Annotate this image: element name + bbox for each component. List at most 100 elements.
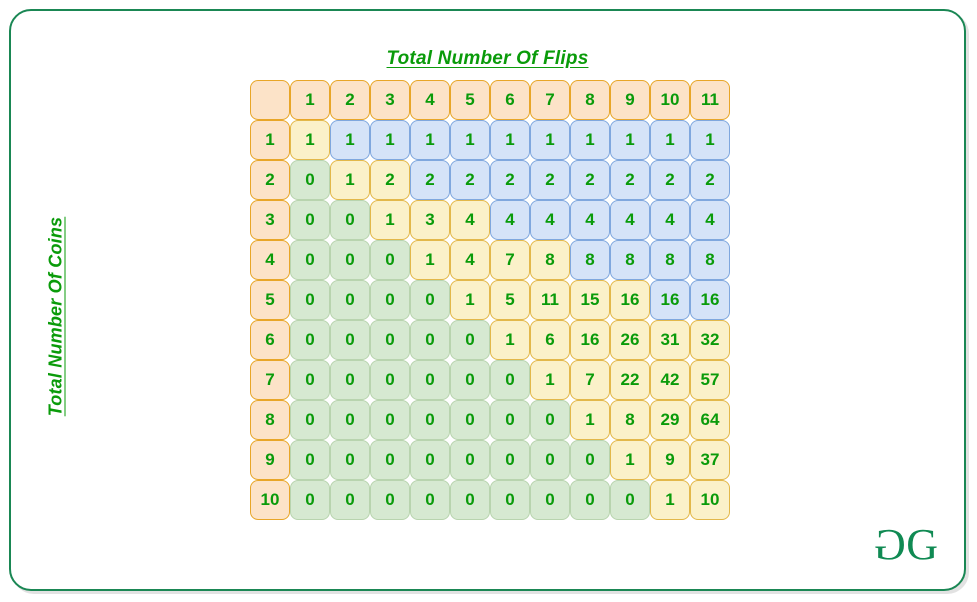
cell-r3-c7: 4	[530, 200, 570, 240]
cell-r1-c11: 1	[690, 120, 730, 160]
cell-r10-c8: 0	[570, 480, 610, 520]
column-header-9: 9	[610, 80, 650, 120]
cell-r2-c10: 2	[650, 160, 690, 200]
cell-r5-c4: 0	[410, 280, 450, 320]
cell-r1-c3: 1	[370, 120, 410, 160]
cell-r8-c3: 0	[370, 400, 410, 440]
cell-r10-c11: 10	[690, 480, 730, 520]
cell-r3-c6: 4	[490, 200, 530, 240]
cell-r3-c8: 4	[570, 200, 610, 240]
cell-r9-c9: 1	[610, 440, 650, 480]
cell-r2-c6: 2	[490, 160, 530, 200]
row-header-9: 9	[250, 440, 290, 480]
cell-r5-c10: 16	[650, 280, 690, 320]
cell-r7-c5: 0	[450, 360, 490, 400]
cell-r5-c1: 0	[290, 280, 330, 320]
cell-r1-c9: 1	[610, 120, 650, 160]
cell-r8-c8: 1	[570, 400, 610, 440]
cell-r4-c2: 0	[330, 240, 370, 280]
cell-r2-c9: 2	[610, 160, 650, 200]
cell-r2-c11: 2	[690, 160, 730, 200]
cell-r4-c9: 8	[610, 240, 650, 280]
cell-r3-c2: 0	[330, 200, 370, 240]
cell-r7-c3: 0	[370, 360, 410, 400]
cell-r2-c4: 2	[410, 160, 450, 200]
cell-r4-c8: 8	[570, 240, 610, 280]
cell-r8-c6: 0	[490, 400, 530, 440]
cell-r9-c6: 0	[490, 440, 530, 480]
cell-r9-c5: 0	[450, 440, 490, 480]
cell-r1-c2: 1	[330, 120, 370, 160]
column-header-10: 10	[650, 80, 690, 120]
logo-mirrored-g: G	[876, 520, 907, 569]
cell-r8-c1: 0	[290, 400, 330, 440]
cell-r6-c9: 26	[610, 320, 650, 360]
cell-r1-c4: 1	[410, 120, 450, 160]
cell-r4-c5: 4	[450, 240, 490, 280]
cell-r6-c5: 0	[450, 320, 490, 360]
column-header-5: 5	[450, 80, 490, 120]
cell-r6-c10: 31	[650, 320, 690, 360]
cell-r2-c7: 2	[530, 160, 570, 200]
cell-r2-c8: 2	[570, 160, 610, 200]
cell-r4-c10: 8	[650, 240, 690, 280]
cell-r7-c10: 42	[650, 360, 690, 400]
cell-r6-c2: 0	[330, 320, 370, 360]
geeksforgeeks-logo: GG	[876, 520, 938, 569]
cell-r10-c6: 0	[490, 480, 530, 520]
cell-r9-c11: 37	[690, 440, 730, 480]
cell-r5-c8: 15	[570, 280, 610, 320]
cell-r3-c3: 1	[370, 200, 410, 240]
column-header-4: 4	[410, 80, 450, 120]
cell-r10-c7: 0	[530, 480, 570, 520]
cell-r7-c9: 22	[610, 360, 650, 400]
cell-r8-c2: 0	[330, 400, 370, 440]
cell-r9-c4: 0	[410, 440, 450, 480]
cell-r7-c7: 1	[530, 360, 570, 400]
cell-r9-c2: 0	[330, 440, 370, 480]
logo-g: G	[906, 520, 938, 569]
cell-r3-c11: 4	[690, 200, 730, 240]
cell-r3-c1: 0	[290, 200, 330, 240]
row-header-10: 10	[250, 480, 290, 520]
cell-r6-c6: 1	[490, 320, 530, 360]
cell-r2-c1: 0	[290, 160, 330, 200]
cell-r2-c3: 2	[370, 160, 410, 200]
cell-r4-c1: 0	[290, 240, 330, 280]
cell-r9-c1: 0	[290, 440, 330, 480]
cell-r8-c11: 64	[690, 400, 730, 440]
cell-r7-c4: 0	[410, 360, 450, 400]
cell-r8-c10: 29	[650, 400, 690, 440]
flips-table: 1 2 3 4 5 6 7 8 9 10 11 1 1 1 1 1 1 1 1 1 1 1 1 2 0 1 2 2 2 2 2 2 2 2 2 3 0 0…	[250, 80, 730, 520]
cell-r3-c4: 3	[410, 200, 450, 240]
cell-r9-c10: 9	[650, 440, 690, 480]
row-header-5: 5	[250, 280, 290, 320]
cell-r6-c11: 32	[690, 320, 730, 360]
cell-r7-c6: 0	[490, 360, 530, 400]
cell-r7-c8: 7	[570, 360, 610, 400]
cell-r8-c4: 0	[410, 400, 450, 440]
cell-r10-c3: 0	[370, 480, 410, 520]
cell-r3-c9: 4	[610, 200, 650, 240]
cell-r5-c2: 0	[330, 280, 370, 320]
row-header-8: 8	[250, 400, 290, 440]
cell-r10-c4: 0	[410, 480, 450, 520]
cell-r5-c5: 1	[450, 280, 490, 320]
cell-r1-c1: 1	[290, 120, 330, 160]
cell-r5-c6: 5	[490, 280, 530, 320]
cell-r8-c9: 8	[610, 400, 650, 440]
cell-r4-c4: 1	[410, 240, 450, 280]
cell-r4-c11: 8	[690, 240, 730, 280]
cell-r5-c11: 16	[690, 280, 730, 320]
cell-r7-c11: 57	[690, 360, 730, 400]
cell-r3-c5: 4	[450, 200, 490, 240]
cell-r10-c5: 0	[450, 480, 490, 520]
cell-r5-c3: 0	[370, 280, 410, 320]
row-header-6: 6	[250, 320, 290, 360]
row-header-7: 7	[250, 360, 290, 400]
row-header-2: 2	[250, 160, 290, 200]
table-corner-cell	[250, 80, 290, 120]
cell-r1-c6: 1	[490, 120, 530, 160]
y-axis-title: Total Number Of Coins	[45, 216, 66, 417]
cell-r2-c5: 2	[450, 160, 490, 200]
